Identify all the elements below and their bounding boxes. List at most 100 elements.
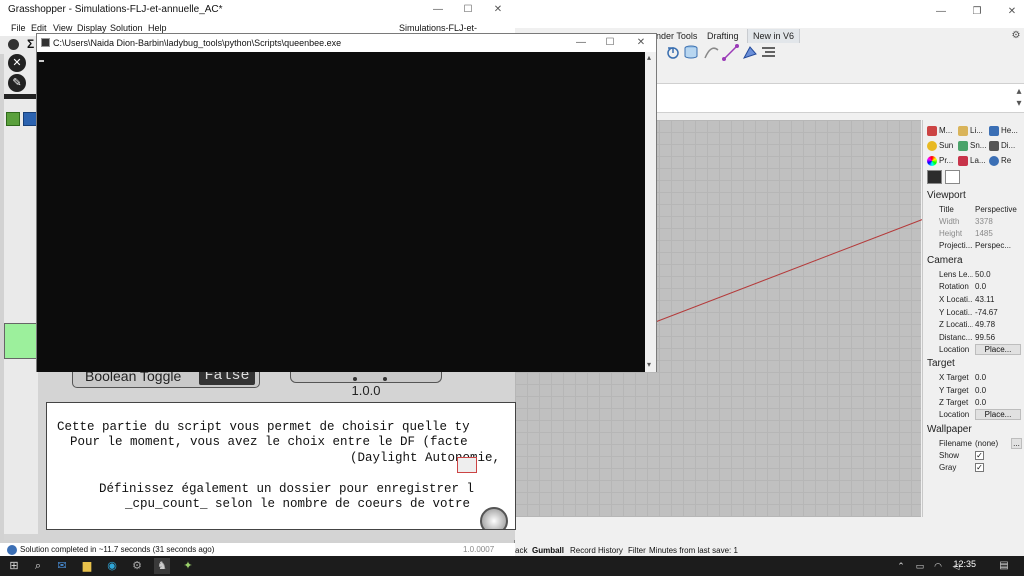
material-icon: [927, 125, 937, 136]
windows-start-icon[interactable]: ⊞: [6, 558, 22, 574]
restore-icon[interactable]: ❐: [971, 6, 983, 18]
grasshopper-icon[interactable]: ✦: [180, 558, 196, 574]
viewport-projection-row[interactable]: Projecti... Perspec...: [939, 240, 1023, 252]
grasshopper-title-bar: Grasshopper - Simulations-FLJ-et-annuell…: [0, 0, 515, 20]
browse-button[interactable]: ...: [1011, 438, 1022, 449]
version-number: 1.0.0007: [463, 545, 495, 554]
cylinder-icon[interactable]: [683, 44, 700, 61]
notes-panel[interactable]: Cette partie du script vous permet de ch…: [46, 402, 516, 530]
panel-line: Pour le moment, vous avez le choix entre…: [70, 435, 468, 449]
close-icon[interactable]: ✕: [492, 4, 504, 16]
battery-icon[interactable]: ▭: [912, 558, 928, 574]
tab-help[interactable]: He...: [989, 124, 1018, 138]
number-slider-component[interactable]: [4, 323, 38, 359]
mail-icon[interactable]: ✉: [54, 558, 70, 574]
settings-icon[interactable]: ⚙: [1010, 30, 1022, 42]
info-icon: [7, 545, 17, 555]
canvas-tools: ✕ ✎: [4, 54, 38, 534]
text-cursor: [39, 60, 44, 62]
settings-icon[interactable]: ⚙: [129, 558, 145, 574]
tab-render-tools[interactable]: nder Tools: [651, 29, 702, 43]
menu-file[interactable]: File: [11, 20, 26, 36]
cancel-icon[interactable]: ✕: [8, 54, 26, 72]
panel-line: (Daylight Autonomie,: [350, 451, 501, 465]
maximize-icon[interactable]: ☐: [604, 37, 616, 49]
close-icon[interactable]: ✕: [1006, 6, 1018, 18]
console-output[interactable]: [37, 52, 645, 372]
camera-location-row: Location Place...: [939, 344, 1023, 356]
tab-rendering[interactable]: Re: [989, 154, 1011, 168]
display-icon: [989, 140, 999, 151]
save-icon[interactable]: [23, 112, 37, 126]
show-checkbox[interactable]: ✓: [975, 451, 984, 460]
frame-icon[interactable]: [945, 170, 960, 184]
target-y-row[interactable]: Y Target 0.0: [939, 385, 1023, 397]
camera-section-header: Camera: [927, 255, 963, 266]
wallpaper-gray-row: Gray ✓: [939, 463, 984, 472]
target-place-button[interactable]: Place...: [975, 409, 1021, 420]
sigma-icon[interactable]: Σ: [27, 37, 34, 51]
output-grip-icon[interactable]: [353, 377, 357, 381]
polyline-icon[interactable]: [722, 44, 739, 61]
minimize-icon[interactable]: —: [935, 6, 947, 18]
console-scrollbar[interactable]: ▴ ▾: [645, 52, 656, 372]
tab-lights[interactable]: Li...: [958, 124, 983, 138]
input-grip-icon[interactable]: [383, 377, 387, 381]
panel-grip-icon[interactable]: [480, 507, 508, 529]
wallpaper-show-row: Show ✓: [939, 451, 984, 460]
chevron-down-icon[interactable]: ▾: [1013, 98, 1024, 110]
viewport-title-row: Title Perspective: [939, 205, 1017, 214]
edge-icon[interactable]: ◉: [104, 558, 120, 574]
queenbee-console-window[interactable]: C:\Users\Naida Dion-Barbin\ladybug_tools…: [36, 33, 657, 372]
minimize-icon[interactable]: —: [575, 37, 587, 49]
panel-line: Définissez également un dossier pour enr…: [99, 482, 475, 496]
tab-layers[interactable]: La...: [958, 154, 986, 168]
notifications-icon[interactable]: ▤: [996, 558, 1012, 574]
transform-icon[interactable]: [741, 44, 758, 61]
camera-lens-row[interactable]: Lens Le... 50.0: [939, 269, 1023, 281]
tab-drafting[interactable]: Drafting: [702, 29, 744, 43]
sun-icon: [927, 140, 937, 151]
wallpaper-filename-row: Filename (none)...: [939, 438, 1023, 450]
chevron-up-icon[interactable]: ⌃: [893, 558, 909, 574]
rotate-view-icon[interactable]: [665, 44, 682, 61]
file-explorer-icon[interactable]: ▆: [79, 558, 95, 574]
camera-distance-row[interactable]: Distanc... 99.56: [939, 332, 1023, 344]
wifi-icon[interactable]: ◠: [930, 558, 946, 574]
camera-place-button[interactable]: Place...: [975, 344, 1021, 355]
scroll-up-icon[interactable]: ▴: [647, 53, 651, 62]
scroll-down-icon[interactable]: ▾: [647, 360, 651, 369]
target-z-row[interactable]: Z Target 0.0: [939, 397, 1023, 409]
console-app-icon: [41, 38, 50, 47]
console-title-bar: C:\Users\Naida Dion-Barbin\ladybug_tools…: [37, 34, 656, 52]
properties-panel: M... Li... He... Sun Sn... Di... Pr... L…: [922, 120, 1024, 517]
minimize-icon[interactable]: —: [432, 4, 444, 16]
camera-x-location-row[interactable]: X Locati... 43.11: [939, 294, 1023, 306]
edit-icon[interactable]: ✎: [8, 74, 26, 92]
tab-properties[interactable]: Pr...: [927, 154, 953, 168]
chevron-up-icon[interactable]: ▴: [1013, 86, 1024, 98]
tab-new-in-v6[interactable]: New in V6: [747, 29, 801, 43]
clock[interactable]: 12:35: [953, 559, 976, 569]
open-file-icon[interactable]: [6, 112, 20, 126]
camera-y-location-row[interactable]: Y Locati... -74.67: [939, 307, 1023, 319]
target-location-row: Location Place...: [939, 409, 1023, 421]
gray-checkbox[interactable]: ✓: [975, 463, 984, 472]
target-x-row[interactable]: X Target 0.0: [939, 372, 1023, 384]
rhino-icon[interactable]: ♞: [154, 558, 170, 574]
viewport-height-row: Height 1485: [939, 229, 993, 238]
record-icon[interactable]: [8, 39, 19, 50]
tab-display[interactable]: Di...: [989, 139, 1015, 153]
curve-icon[interactable]: [703, 44, 720, 61]
camera-rotation-row[interactable]: Rotation 0.0: [939, 281, 1023, 293]
maximize-icon[interactable]: ☐: [462, 4, 474, 16]
camera-icon[interactable]: [927, 170, 942, 184]
close-icon[interactable]: ✕: [635, 37, 647, 49]
tab-sun[interactable]: Sun: [927, 139, 953, 153]
align-icon[interactable]: [760, 44, 777, 61]
tab-snapshots[interactable]: Sn...: [958, 139, 986, 153]
search-icon[interactable]: ⌕: [30, 558, 46, 574]
camera-z-location-row[interactable]: Z Locati... 49.78: [939, 319, 1023, 331]
grasshopper-status-bar: Solution completed in ~11.7 seconds (31 …: [0, 543, 515, 557]
tab-material[interactable]: M...: [927, 124, 952, 138]
